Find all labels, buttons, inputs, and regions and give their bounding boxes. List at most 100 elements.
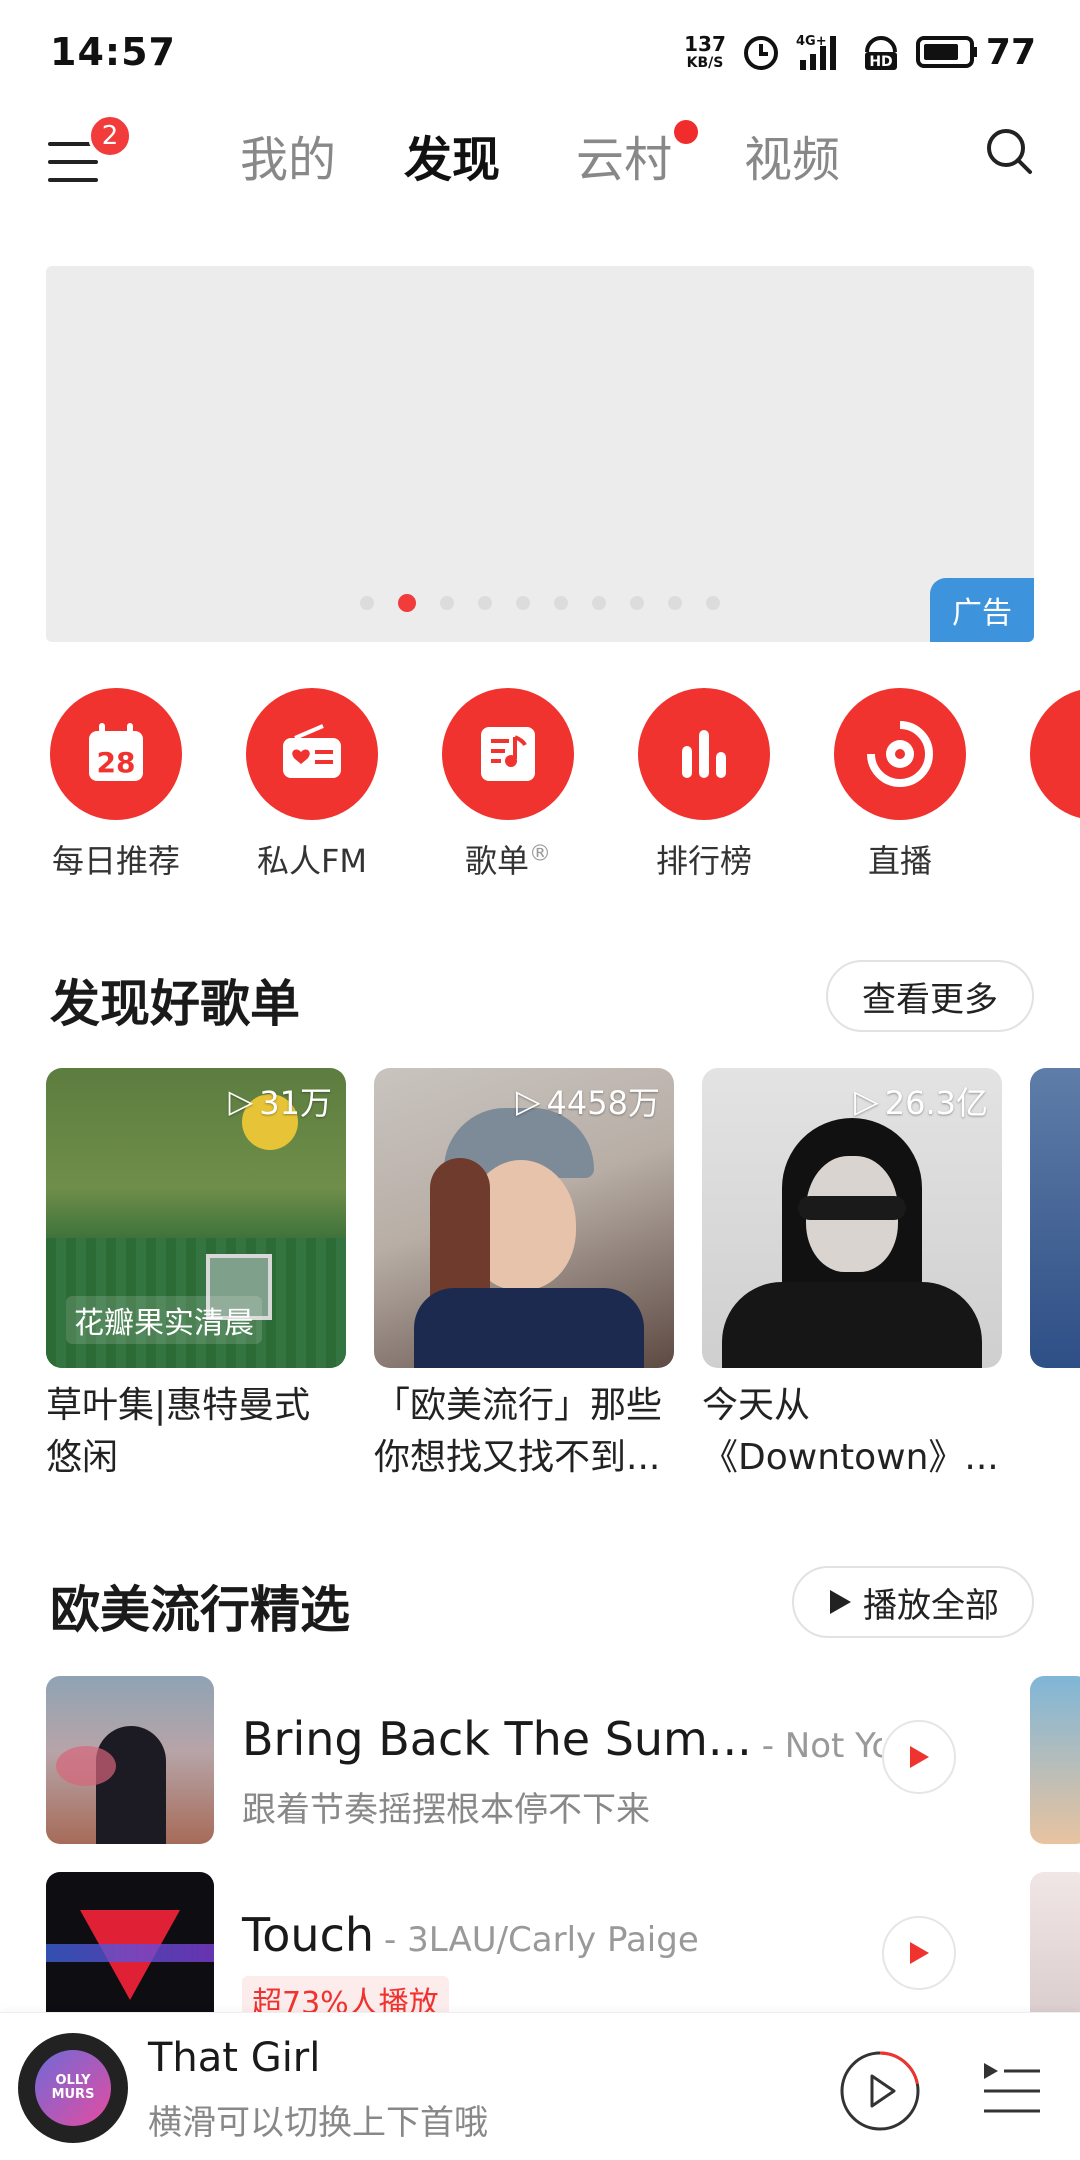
- play-icon: [910, 1942, 929, 1964]
- playlist-name: 草叶集|惠特曼式悠闲: [46, 1385, 311, 1478]
- cover-label: 花瓣果实清晨: [66, 1296, 262, 1344]
- quick-live[interactable]: 直播: [830, 684, 970, 884]
- play-count-icon: ▷: [515, 1082, 541, 1120]
- section-title-playlists: 发现好歌单: [50, 975, 300, 1033]
- song-row[interactable]: Bring Back The Sum...- Not Yo... 跟着节奏摇摆根…: [46, 1676, 1080, 1846]
- quick-personal-fm[interactable]: 私人FM: [242, 684, 382, 884]
- section-title-songs: 欧美流行精选: [50, 1581, 350, 1639]
- quick-daily-recommend[interactable]: 28 每日推荐: [46, 684, 186, 884]
- tab-discover[interactable]: 发现: [404, 110, 500, 196]
- song-row-peek[interactable]: [1030, 1676, 1080, 1844]
- ad-tag: 广告: [930, 578, 1034, 642]
- chart-bars-icon: [638, 688, 770, 820]
- song-artist: - 3LAU/Carly Paige: [384, 1920, 699, 1960]
- tab-community-label: 云村: [576, 132, 673, 188]
- song-artist: - Not Yo...: [761, 1726, 882, 1766]
- mini-player[interactable]: OLLY MURS That Girl 横滑可以切换上下首哦: [0, 2012, 1080, 2160]
- quick-label: 私人FM: [256, 842, 368, 880]
- queue-icon: [984, 2063, 1040, 2113]
- hd-call-icon: HD: [860, 31, 902, 73]
- song-play-button[interactable]: [882, 1916, 956, 1990]
- now-playing-title: That Girl: [148, 2035, 321, 2081]
- top-nav: 2 我的 发现 云村 视频: [0, 100, 1080, 200]
- status-bar: 14:57 137 KB/S 4G+ HD 77: [0, 0, 1080, 100]
- menu-icon-line: [48, 178, 98, 182]
- play-count-icon: ▷: [228, 1082, 254, 1120]
- network-speed-value: 137: [684, 32, 726, 56]
- carousel-dot-active: [398, 594, 416, 612]
- song-cover: [46, 1676, 214, 1844]
- play-count-text: 26.3亿: [884, 1084, 988, 1122]
- notification-badge: 2: [88, 114, 132, 158]
- playlist-cover: ▷ 26.3亿: [702, 1068, 1002, 1368]
- carousel-dot: [668, 596, 682, 610]
- tab-mine[interactable]: 我的: [240, 110, 336, 196]
- calendar-icon: 28: [50, 688, 182, 820]
- carousel-dot: [554, 596, 568, 610]
- cover-stripe: [46, 1944, 214, 1962]
- registered-mark: ®: [529, 841, 551, 867]
- view-more-button[interactable]: 查看更多: [826, 960, 1034, 1032]
- playlist-cover: [1030, 1068, 1080, 1368]
- playlist-name: 今天从《Downtown》...: [702, 1385, 999, 1478]
- song-title-line: Touch - 3LAU/Carly Paige: [242, 1908, 699, 1962]
- play-count-text: 4458万: [546, 1084, 660, 1122]
- disc-label: OLLY MURS: [35, 2050, 111, 2126]
- quick-label: 歌单®: [438, 836, 578, 882]
- quick-label: 排行榜: [655, 842, 752, 880]
- live-icon: [834, 688, 966, 820]
- network-speed-unit: KB/S: [686, 55, 724, 71]
- menu-button[interactable]: 2: [46, 108, 136, 194]
- song-title: Bring Back The Sum...: [242, 1712, 752, 1766]
- playlist-card[interactable]: ▷ 31万 花瓣果实清晨 草叶集|惠特曼式悠闲: [46, 1068, 346, 1484]
- banner-carousel[interactable]: 广告: [46, 266, 1034, 642]
- status-icons: 137 KB/S 4G+ HD 77: [684, 30, 1036, 74]
- search-button[interactable]: [982, 108, 1036, 194]
- status-time: 14:57: [50, 30, 176, 74]
- tab-video[interactable]: 视频: [744, 110, 840, 196]
- network-speed: 137 KB/S: [684, 34, 726, 70]
- tab-community[interactable]: 云村: [576, 110, 700, 196]
- carousel-dot: [630, 596, 644, 610]
- play-count: ▷ 4458万: [516, 1078, 660, 1124]
- now-playing-disc: OLLY MURS: [18, 2033, 128, 2143]
- playlist-queue-button[interactable]: [980, 2057, 1044, 2121]
- cover-coat: [722, 1282, 982, 1368]
- now-playing-hint: 横滑可以切换上下首哦: [148, 2103, 488, 2143]
- play-icon: [910, 1746, 929, 1768]
- carousel-dot: [360, 596, 374, 610]
- playlist-icon: [442, 688, 574, 820]
- alarm-icon: [740, 31, 782, 73]
- play-progress-icon: [840, 2051, 920, 2131]
- carousel-dot: [478, 596, 492, 610]
- play-all-button[interactable]: 播放全部: [792, 1566, 1034, 1638]
- playlist-card-peek[interactable]: [1030, 1068, 1080, 1368]
- signal-icon: 4G+: [796, 31, 846, 73]
- quick-playlist[interactable]: 歌单®: [438, 684, 578, 884]
- quick-charts[interactable]: 排行榜: [634, 684, 774, 884]
- playlist-cover: ▷ 4458万: [374, 1068, 674, 1368]
- playlist-name: 「欧美流行」那些你想找又找不到...: [374, 1385, 663, 1478]
- playlist-card[interactable]: ▷ 4458万 「欧美流行」那些你想找又找不到...: [374, 1068, 674, 1484]
- carousel-indicator: [46, 594, 1034, 612]
- play-count-icon: ▷: [854, 1082, 879, 1120]
- cover-silhouette: [96, 1726, 166, 1844]
- song-title-line: Bring Back The Sum...- Not Yo...: [242, 1712, 882, 1766]
- cover-sunglasses: [798, 1196, 906, 1220]
- song-play-button[interactable]: [882, 1720, 956, 1794]
- song-title: Touch: [242, 1908, 375, 1962]
- menu-icon-line: [48, 160, 98, 164]
- play-icon: [830, 1590, 851, 1614]
- play-count-text: 31万: [259, 1084, 332, 1122]
- carousel-dot: [516, 596, 530, 610]
- playlist-card[interactable]: ▷ 26.3亿 今天从《Downtown》...: [702, 1068, 1002, 1484]
- quick-label: 直播: [867, 842, 932, 880]
- player-play-button[interactable]: [838, 2049, 922, 2133]
- radio-icon: [246, 688, 378, 820]
- quick-label: 每日推荐: [51, 842, 180, 880]
- battery-indicator: 77: [915, 32, 1036, 73]
- carousel-dot: [440, 596, 454, 610]
- playlist-cover: ▷ 31万 花瓣果实清晨: [46, 1068, 346, 1368]
- carousel-dot: [706, 596, 720, 610]
- quick-next-peek[interactable]: [1026, 684, 1080, 884]
